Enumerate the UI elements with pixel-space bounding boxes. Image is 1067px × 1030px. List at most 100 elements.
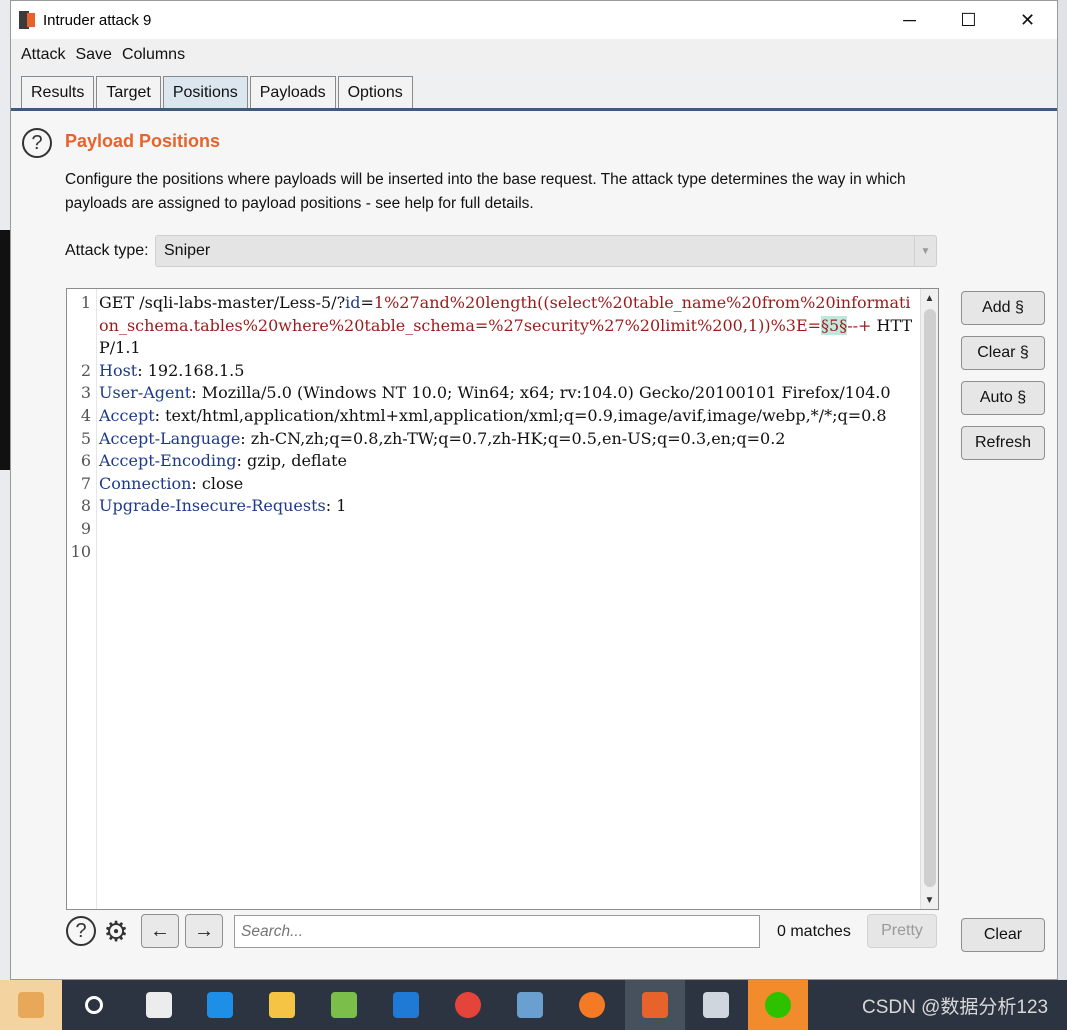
help-icon[interactable]: ? (66, 916, 96, 946)
menu-columns[interactable]: Columns (122, 46, 185, 64)
scroll-down-icon[interactable]: ▼ (921, 891, 938, 909)
store-icon[interactable] (135, 980, 183, 1030)
line-number: 10 (70, 541, 91, 561)
attack-type-select[interactable]: Sniper ▼ (155, 235, 937, 267)
positions-panel: ? Payload Positions Configure the positi… (11, 114, 1057, 979)
match-count: 0 matches (777, 923, 851, 940)
burp-taskbar-icon[interactable] (625, 980, 685, 1030)
menu-attack[interactable]: Attack (21, 46, 65, 64)
header-value: : close (191, 473, 244, 493)
editor-toolbar: ? ⚙ ← → 0 matches Pretty (66, 914, 1056, 954)
arrow-right-icon: → (194, 919, 214, 942)
desktop-widget-icon[interactable] (0, 980, 62, 1030)
scroll-thumb[interactable] (924, 309, 936, 887)
tab-target[interactable]: Target (96, 76, 161, 108)
window-app-icon[interactable] (692, 980, 740, 1030)
header-name: Accept-Encoding (99, 451, 237, 471)
param-equals: = (360, 293, 374, 312)
search-circle-icon[interactable] (70, 980, 118, 1030)
line-number: 3 (80, 383, 91, 403)
pretty-button[interactable]: Pretty (867, 914, 937, 948)
header-value: : text/html,application/xhtml+xml,applic… (154, 405, 887, 425)
line-number: 6 (80, 451, 91, 471)
param-suffix: --+ (847, 315, 872, 335)
menu-save[interactable]: Save (75, 46, 111, 64)
clear-search-button[interactable]: Clear (961, 918, 1045, 952)
add-marker-button[interactable]: Add § (961, 291, 1045, 325)
request-line-1: 1 GET /sqli-labs-master/Less-5/?id=1%27a… (67, 292, 920, 360)
tab-positions[interactable]: Positions (162, 76, 248, 108)
remote-desktop-icon[interactable] (506, 980, 554, 1030)
title-bar: Intruder attack 9 ─ ☐ ✕ (11, 1, 1057, 39)
auto-marker-button[interactable]: Auto § (961, 381, 1045, 415)
watermark: CSDN @数据分析123 (862, 997, 1049, 1018)
header-name: Connection (99, 473, 192, 493)
tab-options[interactable]: Options (337, 76, 413, 108)
header-name: User-Agent (99, 383, 192, 403)
clear-marker-button[interactable]: Clear § (961, 336, 1045, 370)
header-value: : gzip, deflate (236, 451, 348, 471)
line-number: 4 (80, 405, 91, 425)
editor-scrollbar[interactable]: ▲ ▼ (920, 289, 938, 909)
folder-icon[interactable] (258, 980, 306, 1030)
request-line-9: 9 (67, 518, 920, 541)
section-title: Payload Positions (65, 131, 221, 151)
request-line-10: 10 (67, 541, 920, 564)
header-name: Host (99, 360, 138, 380)
request-line-7: 7 Connection: close (67, 473, 920, 496)
request-editor[interactable]: 1 GET /sqli-labs-master/Less-5/?id=1%27a… (66, 288, 939, 910)
scroll-up-icon[interactable]: ▲ (921, 289, 938, 307)
request-line-6: 6 Accept-Encoding: gzip, deflate (67, 450, 920, 473)
request-line-5: 5 Accept-Language: zh-CN,zh;q=0.8,zh-TW;… (67, 428, 920, 451)
minimize-button[interactable]: ─ (880, 1, 939, 39)
header-value: : 1 (325, 496, 347, 516)
intruder-window: Intruder attack 9 ─ ☐ ✕ Attack Save Colu… (10, 0, 1058, 980)
header-value: : 192.168.1.5 (137, 360, 245, 380)
search-input[interactable] (234, 915, 760, 948)
tab-payloads[interactable]: Payloads (249, 76, 336, 108)
vscode-icon[interactable] (382, 980, 430, 1030)
window-title: Intruder attack 9 (43, 11, 152, 29)
editor-app-icon[interactable] (320, 980, 368, 1030)
line-number: 7 (80, 473, 91, 493)
gear-icon[interactable]: ⚙ (101, 916, 131, 947)
close-button[interactable]: ✕ (998, 1, 1057, 39)
payload-position-marker[interactable]: §5§ (821, 315, 848, 335)
request-line-2: 2 Host: 192.168.1.5 (67, 360, 920, 383)
wechat-icon[interactable] (748, 980, 808, 1030)
header-value: : zh-CN,zh;q=0.8,zh-TW;q=0.7,zh-HK;q=0.5… (240, 428, 786, 448)
attack-type-value: Sniper (164, 242, 211, 259)
line-number: 9 (80, 518, 91, 538)
burp-app-icon (19, 11, 35, 29)
maximize-button[interactable]: ☐ (939, 1, 998, 39)
windows-taskbar: CSDN @数据分析123 (0, 980, 1067, 1030)
help-icon[interactable]: ? (22, 128, 52, 158)
request-line-4: 4 Accept: text/html,application/xhtml+xm… (67, 405, 920, 428)
attack-type-label: Attack type: (65, 242, 149, 259)
header-name: Accept-Language (99, 428, 241, 448)
header-name: Upgrade-Insecure-Requests (99, 496, 326, 516)
request-text[interactable]: 1 GET /sqli-labs-master/Less-5/?id=1%27a… (67, 292, 920, 563)
chevron-down-icon[interactable]: ▼ (914, 236, 936, 266)
forward-button[interactable]: → (185, 914, 223, 948)
header-value: : Mozilla/5.0 (Windows NT 10.0; Win64; x… (191, 383, 891, 403)
section-description: Configure the positions where payloads w… (65, 171, 906, 212)
tab-results[interactable]: Results (21, 76, 95, 108)
line-number: 8 (80, 496, 91, 516)
header-name: Accept (99, 405, 155, 425)
request-line-8: 8 Upgrade-Insecure-Requests: 1 (67, 495, 920, 518)
request-method-path: GET /sqli-labs-master/Less-5/? (99, 293, 346, 312)
line-number: 2 (80, 360, 91, 380)
request-line-3: 3 User-Agent: Mozilla/5.0 (Windows NT 10… (67, 382, 920, 405)
refresh-button[interactable]: Refresh (961, 426, 1045, 460)
chrome-icon[interactable] (444, 980, 492, 1030)
line-number: 5 (80, 428, 91, 448)
param-name: id (345, 293, 361, 312)
arrow-left-icon: ← (150, 919, 170, 942)
firefox-icon[interactable] (568, 980, 616, 1030)
tab-bar: Results Target Positions Payloads Option… (11, 71, 1057, 111)
mail-icon[interactable] (196, 980, 244, 1030)
line-number: 1 (80, 293, 91, 312)
menu-bar: Attack Save Columns (11, 39, 1057, 71)
back-button[interactable]: ← (141, 914, 179, 948)
